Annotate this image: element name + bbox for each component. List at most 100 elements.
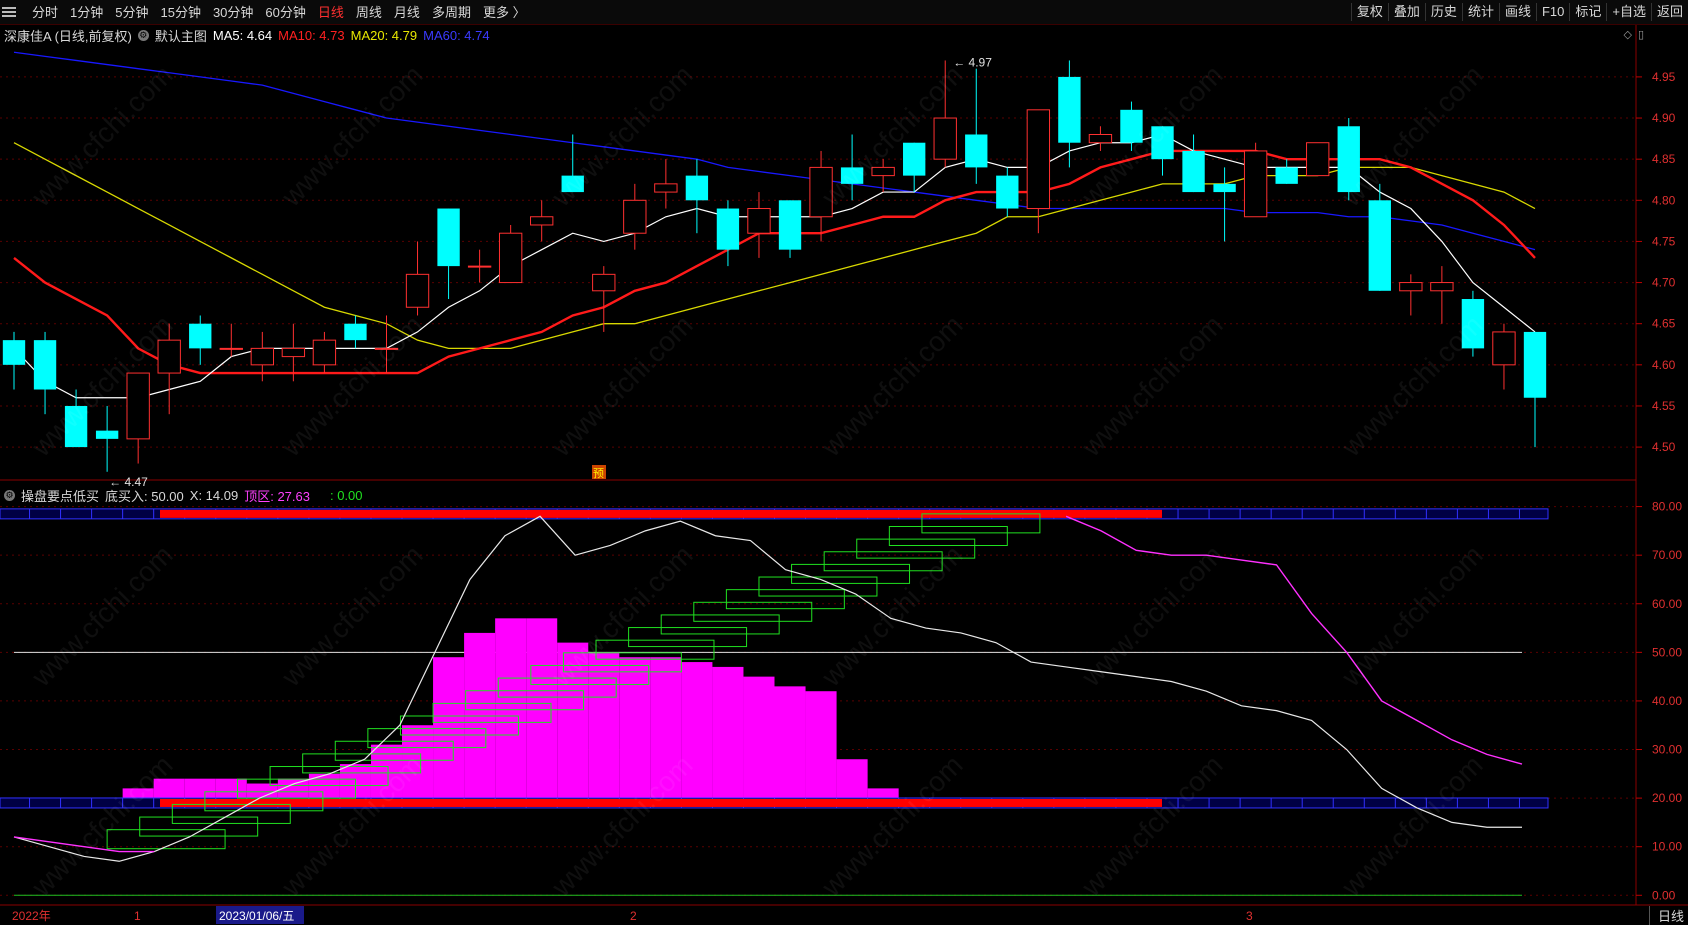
candle-body-up <box>1306 142 1330 177</box>
period-tab-6[interactable]: 日线 <box>312 4 350 22</box>
osc-tick-label: 70.00 <box>1652 548 1682 562</box>
candle-body-down <box>1058 76 1081 143</box>
ma10-label: MA10: 4.73 <box>278 27 345 43</box>
period-tabs: 分时 1分钟 5分钟 15分钟 30分钟 60分钟 日线 周线 月线 多周期 更多 〉 <box>26 4 532 22</box>
price-tick-label: 4.85 <box>1652 152 1676 166</box>
candle-body-up <box>1088 133 1113 144</box>
tool-button-3[interactable]: 统计 <box>1461 3 1499 21</box>
ma60-label: MA60: 4.74 <box>423 27 490 43</box>
step-box <box>660 614 780 635</box>
indicator-name[interactable]: 操盘要点低买 <box>21 486 99 505</box>
osc-tick-label: 30.00 <box>1652 743 1682 757</box>
date-label-year: 2022年 <box>12 909 51 923</box>
price-tick-label: 4.75 <box>1652 234 1676 248</box>
candle-body-up <box>498 232 523 284</box>
date-label-m2: 2 <box>630 909 637 923</box>
template-name[interactable]: 默认主图 <box>155 26 207 45</box>
step-box <box>758 576 878 597</box>
ma20-label: MA20: 4.79 <box>350 27 418 43</box>
forecast-marker: 预 <box>593 467 604 480</box>
period-tab-5[interactable]: 60分钟 <box>259 4 311 22</box>
candle-body-up <box>933 117 957 160</box>
price-tick-label: 4.60 <box>1652 358 1676 372</box>
period-tab-10[interactable]: 更多 〉 <box>477 4 532 22</box>
ma10-line <box>13 149 1536 375</box>
tool-buttons: 复权 叠加 历史 统计 画线 F10 标记 +自选 返回 <box>1350 3 1688 21</box>
price-tick-label: 4.65 <box>1652 317 1676 331</box>
candle-body-down <box>996 175 1019 209</box>
tool-button-0[interactable]: 复权 <box>1350 3 1388 21</box>
menu-icon[interactable] <box>2 6 16 18</box>
candle-body-down <box>716 208 740 250</box>
osc-tick-label: 80.00 <box>1652 500 1682 514</box>
tool-button-7[interactable]: +自选 <box>1606 3 1651 21</box>
period-tab-4[interactable]: 30分钟 <box>207 4 259 22</box>
candle-body-up <box>1026 109 1051 210</box>
settings-icon[interactable]: ⚙ <box>137 29 149 41</box>
histogram-bar <box>836 759 868 803</box>
candle-body-down <box>685 175 709 201</box>
buy-value: 底买入: 50.00 <box>105 488 184 504</box>
candle-body-up <box>1243 150 1268 218</box>
period-tab-3[interactable]: 15分钟 <box>154 4 206 22</box>
candle-body-down <box>965 134 988 168</box>
candle-body-down <box>437 208 460 267</box>
candle-body-up <box>592 273 616 292</box>
candle-body-down <box>344 323 367 341</box>
candle-body-down <box>2 340 26 365</box>
main-chart-legend: 深康佳A (日线,前复权) ⚙ 默认主图 MA5: 4.64 MA10: 4.7… <box>4 26 490 44</box>
candle-body-up <box>405 273 430 308</box>
high-annotation: ← 4.97 <box>953 55 992 69</box>
step-box <box>628 627 748 648</box>
tool-button-5[interactable]: F10 <box>1535 3 1569 21</box>
candle-body-up <box>219 347 243 350</box>
histogram-bar <box>588 652 620 803</box>
ma5-label: MA5: 4.64 <box>212 27 273 43</box>
price-tick-label: 4.80 <box>1652 193 1676 207</box>
candle-body-up <box>530 216 554 226</box>
histogram-bar <box>805 691 837 803</box>
candle-body-down <box>1368 200 1391 291</box>
candle-body-down <box>1182 150 1205 193</box>
tool-button-6[interactable]: 标记 <box>1569 3 1606 21</box>
diamond-icon[interactable]: ◇ <box>1623 28 1631 41</box>
candle-body-up <box>747 208 771 234</box>
price-tick-label: 4.95 <box>1652 70 1676 84</box>
indicator-settings-icon[interactable]: ⚙ <box>4 489 15 501</box>
histogram-bar <box>495 618 527 803</box>
tool-button-2[interactable]: 历史 <box>1424 3 1462 21</box>
period-tab-1[interactable]: 1分钟 <box>64 4 109 22</box>
period-tab-9[interactable]: 多周期 <box>426 4 477 22</box>
period-tab-8[interactable]: 月线 <box>388 4 426 22</box>
candle-body-up <box>1399 282 1423 292</box>
candle-body-up <box>654 183 678 193</box>
volume-histogram <box>91 618 899 803</box>
tool-button-1[interactable]: 叠加 <box>1387 3 1425 21</box>
window-icon[interactable]: ▯ <box>1638 28 1644 41</box>
tool-button-4[interactable]: 画线 <box>1498 3 1536 21</box>
candle-body-up <box>126 372 150 440</box>
osc-tick-label: 40.00 <box>1652 694 1682 708</box>
tool-button-8[interactable]: 返回 <box>1650 3 1688 21</box>
histogram-bar <box>526 618 558 803</box>
period-tab-2[interactable]: 5分钟 <box>109 4 154 22</box>
osc-tick-label: 0.00 <box>1652 888 1676 902</box>
histogram-bar <box>464 632 496 803</box>
extra-value: : 0.00 <box>329 487 363 503</box>
stock-name[interactable]: 深康佳A (日线,前复权) <box>4 26 132 45</box>
period-tab-0[interactable]: 分时 <box>26 4 64 22</box>
candle-body-down <box>33 340 57 390</box>
candle-body-down <box>778 200 802 250</box>
candle-body-up <box>1430 282 1454 292</box>
candle-body-down <box>189 323 212 349</box>
indicator-legend: ⚙ 操盘要点低买 底买入: 50.00 X: 14.09 顶区: 27.63 :… <box>4 486 363 504</box>
period-tab-7[interactable]: 周线 <box>350 4 388 22</box>
histogram-bar <box>712 666 744 803</box>
candle-body-down <box>1523 331 1547 398</box>
osc-tick-label: 50.00 <box>1652 645 1682 659</box>
candle-body-up <box>623 199 647 234</box>
candle-body-up <box>281 347 306 358</box>
day-period-button[interactable]: 日线 <box>1648 906 1684 925</box>
price-tick-label: 4.50 <box>1652 440 1676 454</box>
candle-body-down <box>1275 167 1298 184</box>
